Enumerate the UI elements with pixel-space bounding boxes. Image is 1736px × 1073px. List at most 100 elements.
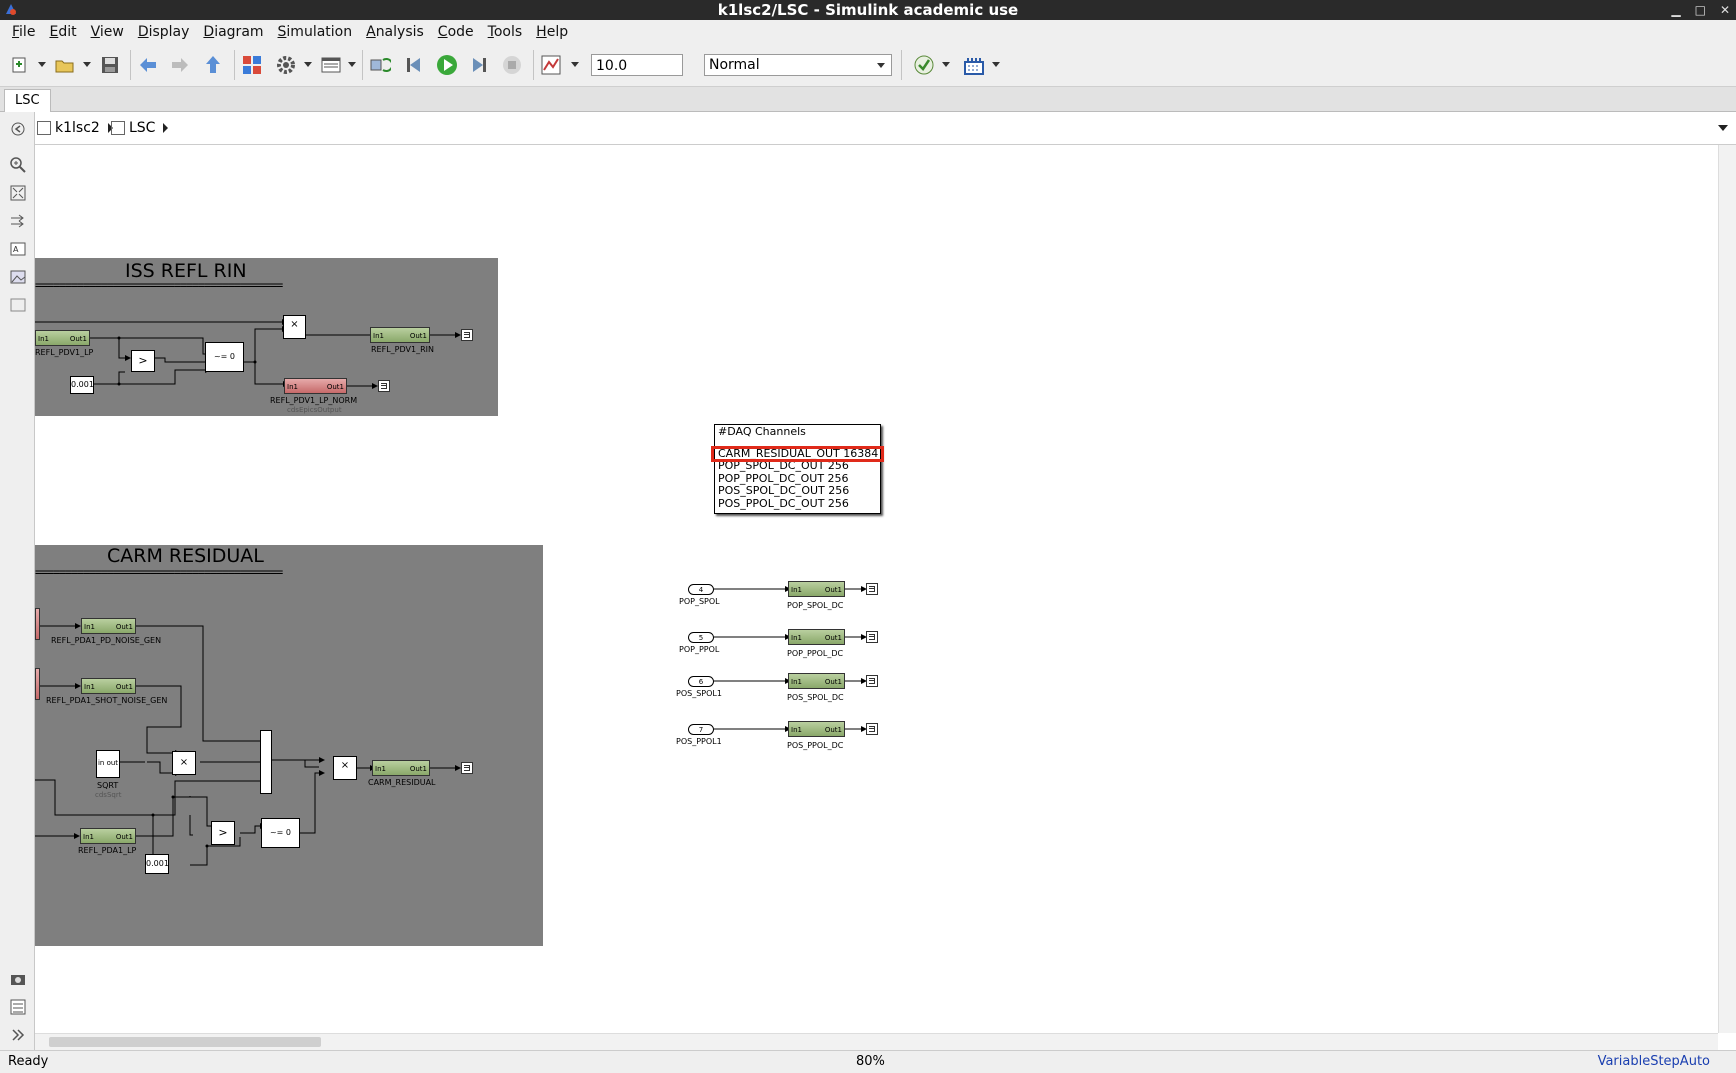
new-model-icon[interactable]	[9, 53, 33, 77]
block-refl-pda1-shot-noise-gen[interactable]: In1 Out1	[81, 678, 136, 694]
menu-view[interactable]: View	[91, 24, 124, 40]
sqrt-block[interactable]: in out	[96, 750, 120, 778]
up-icon[interactable]	[201, 53, 225, 77]
build-dropdown[interactable]	[992, 62, 1000, 67]
terminator-block[interactable]	[461, 762, 473, 774]
maximize-icon[interactable]: □	[1695, 0, 1706, 20]
vertical-scrollbar[interactable]	[1718, 145, 1736, 1033]
mux-block[interactable]	[260, 730, 272, 794]
noise-source-block[interactable]	[35, 608, 40, 640]
zoom-icon[interactable]	[9, 156, 27, 174]
run-icon[interactable]	[435, 53, 459, 77]
image-icon[interactable]	[9, 268, 27, 286]
inport-block[interactable]: 7	[688, 724, 714, 735]
back-icon[interactable]	[136, 53, 160, 77]
terminator-block[interactable]	[378, 380, 390, 392]
constant-block[interactable]: 0.001	[70, 376, 94, 394]
model-advisor-dropdown[interactable]	[942, 62, 950, 67]
new-model-dropdown[interactable]	[38, 62, 46, 67]
area-icon[interactable]	[9, 296, 27, 314]
build-icon[interactable]	[962, 53, 986, 77]
data-inspector-icon[interactable]	[539, 53, 563, 77]
compare-block[interactable]: >	[211, 821, 235, 845]
block-pop-ppol-dc[interactable]: In1 Out1	[788, 629, 845, 645]
data-inspector-dropdown[interactable]	[571, 62, 579, 67]
menu-analysis[interactable]: Analysis	[366, 24, 424, 40]
hide-browser-icon[interactable]	[9, 120, 27, 138]
product-block[interactable]: ×	[333, 756, 357, 780]
menu-edit[interactable]: Edit	[49, 24, 76, 40]
menu-code[interactable]: Code	[438, 24, 474, 40]
block-refl-pda1-pd-noise-gen[interactable]: In1 Out1	[81, 618, 136, 634]
stop-icon[interactable]	[500, 53, 524, 77]
model-browser-icon[interactable]	[9, 998, 27, 1016]
horizontal-scroll-thumb[interactable]	[49, 1037, 321, 1047]
menu-help[interactable]: Help	[536, 24, 568, 40]
area-carm-residual[interactable]: CARM RESIDUAL ==========================…	[35, 545, 543, 946]
daq-channels-note[interactable]: #DAQ Channels CARM_RESIDUAL_OUT 16384 PO…	[711, 424, 884, 514]
compare-block[interactable]: >	[131, 350, 155, 372]
solver-link[interactable]: VariableStepAuto	[1598, 1054, 1710, 1069]
close-icon[interactable]: ✕	[1720, 0, 1730, 20]
menu-diagram[interactable]: Diagram	[203, 24, 263, 40]
annotation-icon[interactable]: A	[9, 240, 27, 258]
model-advisor-icon[interactable]	[912, 53, 936, 77]
model-explorer-icon[interactable]	[319, 53, 343, 77]
model-settings-icon[interactable]	[274, 53, 298, 77]
terminator-block[interactable]	[866, 583, 878, 595]
breadcrumb-item-lsc[interactable]: LSC	[111, 120, 169, 136]
inport-block[interactable]: 6	[688, 676, 714, 687]
menu-display[interactable]: Display	[138, 24, 190, 40]
terminator-block[interactable]	[866, 675, 878, 687]
block-label: CARM_RESIDUAL	[368, 778, 436, 787]
fit-to-view-icon[interactable]	[9, 184, 27, 202]
minimize-icon[interactable]: ▁	[1671, 0, 1680, 20]
breadcrumb-item-k1lsc2[interactable]: k1lsc2	[37, 120, 113, 136]
terminator-block[interactable]	[866, 723, 878, 735]
block-pos-ppol-dc[interactable]: In1 Out1	[788, 721, 845, 737]
simulation-mode-select[interactable]: Normal	[704, 54, 892, 76]
block-refl-pdv1-rin[interactable]: In1 Out1	[370, 327, 430, 343]
stop-time-input[interactable]: 10.0	[591, 54, 683, 76]
open-icon[interactable]	[53, 53, 77, 77]
terminator-block[interactable]	[866, 631, 878, 643]
diagram-canvas[interactable]: ISS REFL RIN ===========================…	[35, 145, 1718, 1033]
tab-lsc[interactable]: LSC	[4, 89, 51, 112]
vertical-scroll-thumb[interactable]	[1723, 159, 1733, 659]
menu-tools[interactable]: Tools	[488, 24, 523, 40]
noise-source-block[interactable]	[35, 668, 40, 700]
inport-block[interactable]: 4	[688, 584, 714, 595]
open-dropdown[interactable]	[83, 62, 91, 67]
switch-block[interactable]: ~= 0	[205, 342, 244, 372]
block-refl-pdv1-lp[interactable]: In1 Out1	[35, 330, 90, 346]
product-block[interactable]: ×	[172, 751, 196, 775]
horizontal-scrollbar[interactable]	[35, 1033, 1718, 1050]
model-settings-dropdown[interactable]	[304, 62, 312, 67]
breadcrumb-menu-icon[interactable]	[1718, 125, 1728, 131]
area-iss-refl-rin[interactable]: ISS REFL RIN ===========================…	[35, 258, 498, 416]
constant-block[interactable]: 0.001	[145, 854, 169, 874]
menu-simulation[interactable]: Simulation	[278, 24, 353, 40]
expand-icon[interactable]	[9, 1026, 27, 1044]
update-diagram-icon[interactable]	[368, 53, 392, 77]
forward-icon[interactable]	[168, 53, 192, 77]
block-sublabel: cdsEpicsOutput	[287, 406, 342, 414]
block-pop-spol-dc[interactable]: In1 Out1	[788, 581, 845, 597]
block-refl-pdv1-lp-norm[interactable]: In1 Out1	[284, 378, 347, 394]
model-explorer-dropdown[interactable]	[348, 62, 356, 67]
product-block[interactable]: ×	[283, 315, 306, 339]
block-pos-spol-dc[interactable]: In1 Out1	[788, 673, 845, 689]
inport-block[interactable]: 5	[688, 632, 714, 643]
inport-label: POS_PPOL1	[676, 737, 722, 746]
save-icon[interactable]	[98, 53, 122, 77]
step-back-icon[interactable]	[402, 53, 426, 77]
terminator-block[interactable]	[461, 329, 473, 341]
step-forward-icon[interactable]	[467, 53, 491, 77]
block-refl-pda1-lp[interactable]: In1 Out1	[80, 828, 136, 844]
menu-file[interactable]: File	[12, 24, 35, 40]
library-browser-icon[interactable]	[240, 53, 264, 77]
screenshot-icon[interactable]	[9, 970, 27, 988]
arrow-right-icon[interactable]	[9, 212, 27, 230]
block-carm-residual[interactable]: In1 Out1	[372, 760, 430, 776]
switch-block[interactable]: ~= 0	[261, 818, 300, 848]
